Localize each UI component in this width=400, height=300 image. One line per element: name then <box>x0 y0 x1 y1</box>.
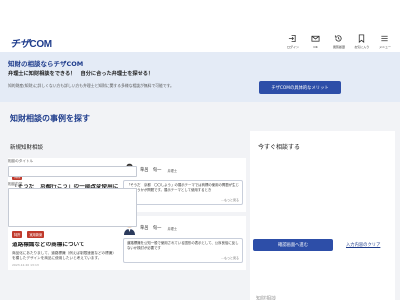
nav-bookmark[interactable]: お気に入り <box>352 34 371 50</box>
answer-text: 道路標識を公知一般で使用されている図形の表示として、公序良俗に反しないか検討が必… <box>127 241 239 250</box>
menu-icon <box>381 35 388 42</box>
lawyer-role: 弁理士 <box>167 226 178 231</box>
read-more-link[interactable]: …もっと見る <box>220 256 239 261</box>
category-tag: 実用新案 <box>27 231 45 238</box>
promo-banner: 知財の相談ならチザCOM 弁理士に知財相談をできる！ 自分に合った弁理士を探せる… <box>0 52 400 102</box>
title-field-label: 相談のタイトル <box>8 159 34 163</box>
promo-description: 知的財産(知財)に詳しくない方も詳しい方も弁理士と知財に関する多様な相談が無料で… <box>8 83 174 88</box>
nav-menu[interactable]: メニュー <box>375 34 394 50</box>
nav-login[interactable]: ログイン <box>283 34 302 50</box>
answer-text: 「そうだ 京都 〇〇しよう」の展示テーマでは商標の使用の問題が生じるかどうかが問… <box>127 183 239 192</box>
category-tag: 特許 <box>12 231 23 238</box>
mail-icon <box>311 35 320 42</box>
nav-history[interactable]: 閲覧履歴 <box>329 34 348 50</box>
site-header: チザCOM ログイン OK 閲覧履歴 お気に入り メニュー <box>0 0 400 52</box>
consult-title: 今すぐ相談する <box>258 144 301 151</box>
lawyer-name[interactable]: 草呂 旬一 <box>140 225 161 231</box>
question-block: 特許 実用新案 道路標識などの商標について 商品化にあたりまして、道路標識（例え… <box>12 221 118 267</box>
merit-button[interactable]: チザCOMの具体的なメリット <box>259 81 341 94</box>
title-input[interactable] <box>8 166 137 177</box>
lawyer-name[interactable]: 草呂 旬一 <box>140 167 161 173</box>
site-logo[interactable]: チザCOM <box>10 35 52 50</box>
history-icon <box>334 35 342 42</box>
new-consultations-heading: 新規知財相談 <box>10 145 44 151</box>
promo-subtitle: 弁理士に知財相談をできる！ 自分に合った弁理士を探せる！ <box>8 71 154 77</box>
promo-title: 知財の相談ならチザCOM <box>8 60 84 68</box>
lawyer-info: 草呂 旬一 弁理士 <box>123 163 243 177</box>
lawyer-role: 弁理士 <box>167 168 178 173</box>
next-heading: 知財相談 <box>256 296 277 300</box>
answer-block: 草呂 旬一 弁理士 道路標識を公知一般で使用されている図形の表示として、公序良俗… <box>123 221 243 263</box>
card-title[interactable]: 道路標識などの商標について <box>12 242 118 249</box>
confirm-button[interactable]: 確認画面へ進む <box>253 239 333 251</box>
answer-bubble: 道路標識を公知一般で使用されている図形の表示として、公序良俗に反しないか検討が必… <box>123 238 243 263</box>
answer-block: 草呂 旬一 弁理士 「そうだ 京都 〇〇しよう」の展示テーマでは商標の使用の問題… <box>123 163 243 205</box>
nav-mail[interactable]: OK <box>306 34 325 50</box>
section-title: 知財相談の事例を探す <box>10 114 90 123</box>
card-date: 2023.12.20 13:13 <box>12 263 39 267</box>
consult-panel: 今すぐ相談する <box>250 131 395 300</box>
login-icon <box>288 34 296 43</box>
answer-bubble: 「そうだ 京都 〇〇しよう」の展示テーマでは商標の使用の問題が生じるかどうかが問… <box>123 180 243 205</box>
content-field-label: 相談内容 <box>8 182 23 186</box>
clear-link[interactable]: 入力内容のクリア <box>346 242 380 248</box>
read-more-link[interactable]: …もっと見る <box>220 198 239 203</box>
bookmark-icon <box>358 34 365 43</box>
lawyer-info: 草呂 旬一 弁理士 <box>123 221 243 235</box>
header-nav: ログイン OK 閲覧履歴 お気に入り メニュー <box>283 34 394 50</box>
card-text: 商品化にあたりまして、道路標識（例えば制限速度などの標識）を模したデザインを商品… <box>12 251 116 260</box>
content-textarea[interactable] <box>8 188 137 227</box>
